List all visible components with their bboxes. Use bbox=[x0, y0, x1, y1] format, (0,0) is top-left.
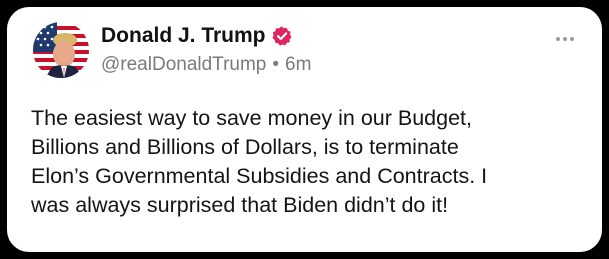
avatar[interactable] bbox=[33, 22, 89, 78]
post-body-line: Elon’s Governmental Subsidies and Contra… bbox=[31, 164, 488, 188]
more-options-icon[interactable] bbox=[556, 37, 574, 41]
verified-badge-icon bbox=[272, 26, 292, 46]
author-meta-row: @realDonaldTrump • 6m bbox=[101, 54, 311, 76]
post-body: The easiest way to save money in our Bud… bbox=[31, 104, 591, 220]
author-name-row: Donald J. Trump bbox=[101, 24, 292, 48]
post-body-line: was always surprised that Biden didn’t d… bbox=[31, 193, 449, 217]
meta-separator: • bbox=[272, 54, 280, 75]
author-handle[interactable]: @realDonaldTrump bbox=[101, 54, 266, 75]
avatar-image bbox=[33, 22, 89, 78]
post-body-line: The easiest way to save money in our Bud… bbox=[31, 106, 472, 130]
author-display-name[interactable]: Donald J. Trump bbox=[101, 24, 266, 48]
more-dot bbox=[563, 37, 567, 41]
post-body-line: Billions and Billions of Dollars, is to … bbox=[31, 135, 459, 159]
more-dot bbox=[556, 37, 560, 41]
more-dot bbox=[570, 37, 574, 41]
post-card[interactable]: Donald J. Trump @realDonaldTrump • 6m The … bbox=[7, 7, 602, 252]
post-timestamp[interactable]: 6m bbox=[285, 54, 311, 75]
